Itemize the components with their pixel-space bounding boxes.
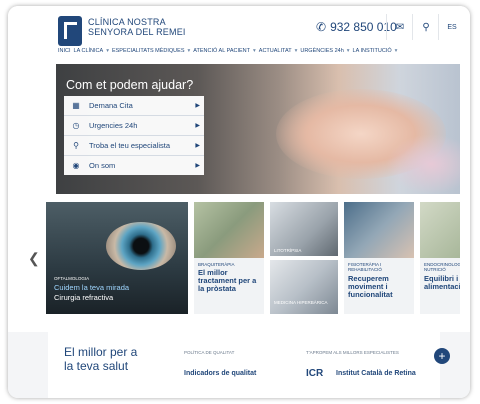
nav-item-actualitat[interactable]: ACTUALITAT — [259, 48, 292, 54]
card-hiperbarica[interactable]: MEDICINA HIPERBÀRICA — [270, 260, 338, 314]
card-fisioterapia[interactable]: FISIOTERÀPIA I REHABILITACIÓ Recuperem m… — [344, 202, 414, 314]
phone-link[interactable]: ✆ 932 850 010 — [316, 20, 397, 34]
nav-item-la-clinica[interactable]: LA CLÍNICA — [74, 48, 104, 54]
menu-item-on-som[interactable]: ◉ On som ▶ — [64, 156, 204, 175]
card-title: Equilibri i alimentació — [424, 274, 460, 291]
site-header: CLÍNICA NOSTRA SENYORA DEL REMEI ✆ 932 8… — [8, 6, 470, 62]
menu-item-label: Urgencies 24h — [89, 121, 138, 130]
card-oftalmologia[interactable]: OFTALMOLOGIA Cuidem la teva mirada Cirur… — [46, 202, 188, 314]
plus-button[interactable]: + — [434, 348, 450, 364]
hero-title: Com et podem ajudar? — [66, 78, 194, 92]
chevron-right-icon: ▶ — [195, 143, 200, 149]
card-title: Cuidem la teva mirada — [54, 283, 130, 292]
hero-image-blanket — [386, 134, 460, 194]
eye-image — [106, 222, 176, 270]
brand-line2: SENYORA DEL REMEI — [88, 27, 186, 37]
menu-item-especialista[interactable]: ⚲ Troba el teu especialista ▶ — [64, 136, 204, 156]
brand-line1: CLÍNICA NOSTRA — [88, 17, 166, 27]
search-button[interactable]: ⚲ — [412, 14, 439, 40]
location-icon: ◉ — [72, 161, 80, 170]
quality-link[interactable]: Indicadors de qualitat — [184, 370, 256, 377]
menu-item-label: On som — [89, 161, 116, 170]
browser-frame: CLÍNICA NOSTRA SENYORA DEL REMEI ✆ 932 8… — [8, 6, 470, 398]
search-icon: ⚲ — [422, 21, 430, 33]
nav-item-institucio[interactable]: LA INSTITUCIÓ — [353, 48, 392, 54]
card-title: Recuperem moviment i funcionalitat — [348, 274, 393, 299]
nav-item-urgencies[interactable]: URGÈNCIES 24h — [300, 48, 343, 54]
mail-button[interactable]: ✉ — [386, 14, 413, 40]
nav-item-especialitats[interactable]: ESPECIALITATS MÈDIQUES — [112, 48, 185, 54]
clinic-logo[interactable] — [58, 16, 82, 46]
calendar-icon: ▦ — [72, 101, 80, 110]
nav-item-inici[interactable]: INICI — [58, 48, 71, 54]
card-category: MEDICINA HIPERBÀRICA — [274, 300, 328, 305]
specialists-header: T'APROPEM ALS MILLORS ESPECIALISTES — [306, 350, 399, 355]
card-category: LITOTRÍPSIA — [274, 248, 302, 253]
main-nav: INICI LA CLÍNICA ▾ ESPECIALITATS MÈDIQUES… — [58, 48, 398, 54]
chevron-right-icon: ▶ — [195, 163, 200, 169]
nav-item-atencio[interactable]: ATENCIÓ AL PACIENT — [193, 48, 250, 54]
card-category: FISIOTERÀPIA I REHABILITACIÓ — [348, 262, 382, 272]
slogan: El millor per a la teva salut — [64, 345, 137, 373]
menu-item-label: Demana Cita — [89, 101, 133, 110]
food-image — [420, 202, 460, 258]
icr-logo: ICR — [306, 368, 324, 379]
mail-icon: ✉ — [395, 21, 405, 33]
language-button[interactable]: ES — [438, 14, 465, 40]
brand-name[interactable]: CLÍNICA NOSTRA SENYORA DEL REMEI — [88, 17, 186, 37]
slogan-line2: la teva salut — [64, 359, 129, 373]
card-subtitle: Cirurgia refractiva — [54, 293, 114, 302]
language-label: ES — [447, 23, 457, 31]
slogan-line1: El millor per a — [64, 345, 138, 359]
plus-icon: + — [438, 349, 446, 363]
card-category: BRAQUITERÀPIA — [198, 262, 235, 267]
retina-link[interactable]: Institut Català de Retina — [336, 370, 416, 377]
card-braquiterapia[interactable]: BRAQUITERÀPIA El millor tractament per a… — [194, 202, 264, 314]
quality-header: POLÍTICA DE QUALITAT — [184, 350, 235, 355]
menu-item-urgencies[interactable]: ◷ Urgencies 24h ▶ — [64, 116, 204, 136]
bottom-section: El millor per a la teva salut POLÍTICA D… — [8, 332, 470, 398]
menu-item-label: Troba el teu especialista — [89, 141, 171, 150]
quick-menu: ▦ Demana Cita ▶ ◷ Urgencies 24h ▶ ⚲ Trob… — [64, 96, 204, 175]
stethoscope-icon: ⚲ — [73, 141, 79, 150]
card-endocrinologia[interactable]: ENDOCRINOLOGIA I NUTRICIÓ Equilibri i al… — [420, 202, 460, 314]
chevron-right-icon: ▶ — [195, 103, 200, 109]
therapy-image — [344, 202, 414, 258]
specialties-carousel: OFTALMOLOGIA Cuidem la teva mirada Cirur… — [8, 202, 470, 320]
menu-item-demana-cita[interactable]: ▦ Demana Cita ▶ — [64, 96, 204, 116]
hero-banner: Com et podem ajudar? ▦ Demana Cita ▶ ◷ U… — [56, 64, 460, 194]
chevron-right-icon: ▶ — [195, 123, 200, 129]
couple-image — [194, 202, 264, 258]
card-title: El millor tractament per a la pròstata — [198, 268, 257, 293]
card-category: OFTALMOLOGIA — [54, 276, 90, 281]
phone-icon: ✆ — [316, 20, 327, 34]
card-category: ENDOCRINOLOGIA I NUTRICIÓ — [424, 262, 460, 272]
clock-icon: ◷ — [72, 121, 80, 130]
highlights-panel: El millor per a la teva salut POLÍTICA D… — [48, 332, 440, 398]
card-litotripsia[interactable]: LITOTRÍPSIA — [270, 202, 338, 256]
